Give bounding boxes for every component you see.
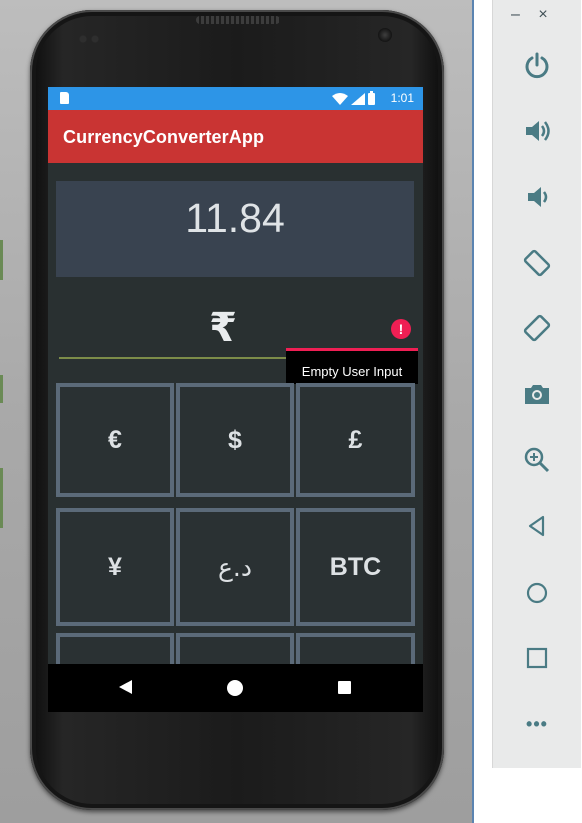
result-display: 11.84 [56, 181, 414, 277]
recents-icon[interactable] [338, 681, 351, 694]
window-controls: – × [511, 6, 562, 24]
home-circle-icon [526, 582, 548, 604]
currency-keypad: € $ £ ¥ د.ع BTC [55, 383, 416, 712]
volume-up-button[interactable] [517, 111, 557, 151]
power-button[interactable] [517, 45, 557, 85]
currency-input-field[interactable]: ₹ [203, 305, 243, 351]
key-dollar[interactable]: $ [176, 383, 294, 497]
error-icon: ! [391, 319, 411, 339]
power-icon [525, 52, 549, 79]
status-time: 1:01 [390, 91, 414, 105]
overview-square-icon [526, 647, 548, 669]
sd-card-icon [60, 92, 69, 104]
back-icon[interactable] [119, 680, 132, 694]
emulator-overview-button[interactable] [517, 638, 557, 678]
status-bar: 1:01 [48, 87, 423, 110]
back-triangle-icon [528, 515, 545, 537]
key-iraqi-dinar[interactable]: د.ع [176, 508, 294, 626]
volume-down-icon [528, 187, 548, 207]
emulator-home-button[interactable] [517, 573, 557, 613]
zoom-icon [524, 447, 550, 473]
device-screen: 1:01 CurrencyConverterApp 11.84 ₹ ! Empt… [48, 87, 423, 712]
error-tooltip-text: Empty User Input [301, 364, 403, 379]
desktop-edge [0, 468, 3, 528]
volume-up-icon [526, 121, 550, 141]
rotate-right-icon [523, 314, 551, 342]
error-tooltip: Empty User Input [286, 348, 418, 384]
volume-down-button[interactable] [517, 177, 557, 217]
front-camera [378, 28, 392, 42]
key-pound[interactable]: £ [296, 383, 415, 497]
navigation-bar [48, 664, 423, 712]
key-euro[interactable]: € [56, 383, 174, 497]
status-icons [332, 90, 375, 107]
screenshot-button[interactable] [517, 374, 557, 414]
rotate-left-button[interactable] [517, 243, 557, 283]
speaker-grille [196, 16, 280, 24]
sensor-dots [78, 34, 104, 44]
more-button[interactable]: ••• [517, 704, 557, 744]
emulator-toolbar: – × ••• [492, 0, 581, 768]
rotate-right-button[interactable] [517, 308, 557, 348]
emulator-back-button[interactable] [517, 506, 557, 546]
rotate-left-icon [523, 249, 551, 277]
desktop-edge [0, 375, 3, 403]
close-button[interactable]: × [538, 6, 547, 23]
app-title: CurrencyConverterApp [63, 127, 265, 147]
battery-icon [368, 90, 375, 105]
key-btc[interactable]: BTC [296, 508, 415, 626]
desktop-edge [0, 240, 3, 280]
result-value: 11.84 [185, 195, 285, 241]
home-icon[interactable] [227, 680, 243, 696]
zoom-button[interactable] [517, 440, 557, 480]
minimize-button[interactable]: – [511, 6, 520, 23]
key-yen[interactable]: ¥ [56, 508, 174, 626]
signal-icon [351, 92, 365, 105]
camera-icon [525, 385, 549, 404]
app-bar: CurrencyConverterApp [48, 110, 423, 163]
wifi-icon [332, 92, 348, 105]
